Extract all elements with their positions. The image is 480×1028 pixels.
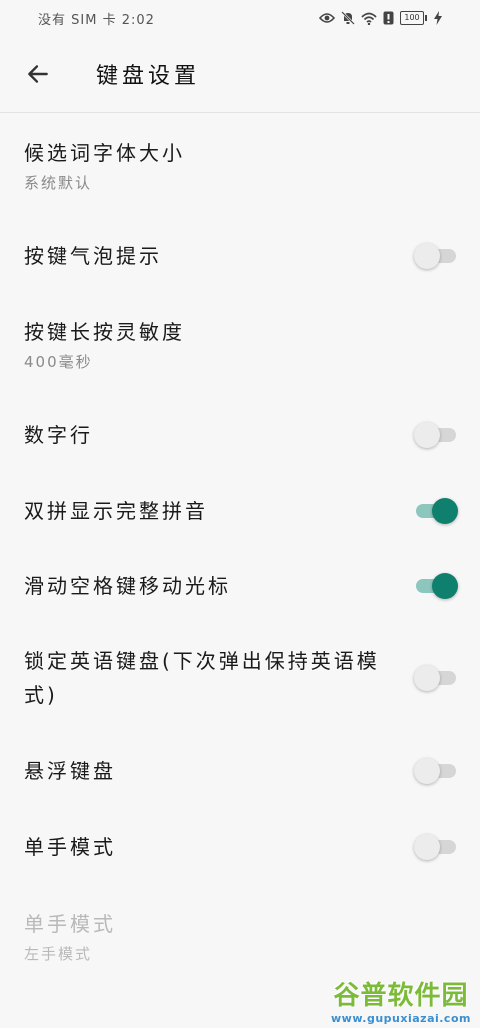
setting-title: 按键气泡提示 [24, 244, 162, 268]
status-bar: 没有 SIM 卡 2:02 100 [0, 0, 480, 36]
setting-summary: 400毫秒 [24, 353, 93, 371]
lock-english-switch[interactable] [414, 663, 458, 693]
bell-off-icon [341, 11, 355, 25]
watermark-name: 谷普软件园 [333, 981, 469, 1011]
eye-icon [319, 12, 335, 24]
setting-title: 锁定英语键盘(下次弹出保持英语模式) [24, 649, 380, 707]
setting-title: 数字行 [24, 423, 93, 447]
setting-number-row[interactable]: 数字行 [0, 397, 480, 473]
setting-floating-keyboard[interactable]: 悬浮键盘 [0, 733, 480, 809]
watermark-url: www.gupuxiazai.com [331, 1012, 471, 1025]
settings-list: 候选词字体大小 系统默认 按键气泡提示 按键长按灵敏度 400毫秒 数字行 双拼… [0, 113, 480, 989]
one-hand-switch[interactable] [414, 832, 458, 862]
space-cursor-switch[interactable] [414, 571, 458, 601]
setting-one-hand[interactable]: 单手模式 [0, 809, 480, 885]
setting-title: 单手模式 [24, 912, 116, 936]
setting-candidate-font-size[interactable]: 候选词字体大小 系统默认 [0, 113, 480, 219]
setting-double-pinyin[interactable]: 双拼显示完整拼音 [0, 473, 480, 549]
setting-summary: 左手模式 [24, 945, 93, 963]
setting-title: 候选词字体大小 [24, 141, 185, 165]
arrow-left-icon [28, 65, 48, 83]
charging-icon [434, 11, 442, 25]
setting-summary: 系统默认 [24, 174, 93, 192]
key-bubble-switch[interactable] [414, 241, 458, 271]
setting-title: 悬浮键盘 [24, 759, 116, 783]
watermark-logo: 谷普软件园 www.gupuxiazai.com [328, 972, 474, 1028]
setting-title: 按键长按灵敏度 [24, 320, 185, 344]
app-bar: 键盘设置 [0, 36, 480, 113]
setting-lock-english[interactable]: 锁定英语键盘(下次弹出保持英语模式) [0, 623, 480, 733]
alert-icon [383, 11, 394, 25]
battery-icon: 100 [400, 11, 427, 25]
floating-keyboard-switch[interactable] [414, 756, 458, 786]
setting-title: 滑动空格键移动光标 [24, 574, 231, 598]
battery-level: 100 [404, 13, 420, 22]
setting-title: 单手模式 [24, 835, 116, 859]
setting-key-bubble[interactable]: 按键气泡提示 [0, 219, 480, 293]
double-pinyin-switch[interactable] [414, 496, 458, 526]
page-title: 键盘设置 [96, 64, 201, 89]
setting-long-press-sensitivity[interactable]: 按键长按灵敏度 400毫秒 [0, 293, 480, 397]
number-row-switch[interactable] [414, 420, 458, 450]
status-icons: 100 [319, 11, 442, 25]
back-button[interactable] [20, 56, 56, 92]
wifi-icon [361, 12, 377, 25]
setting-title: 双拼显示完整拼音 [24, 499, 208, 523]
setting-space-cursor[interactable]: 滑动空格键移动光标 [0, 549, 480, 623]
status-text: 没有 SIM 卡 2:02 [38, 12, 155, 28]
